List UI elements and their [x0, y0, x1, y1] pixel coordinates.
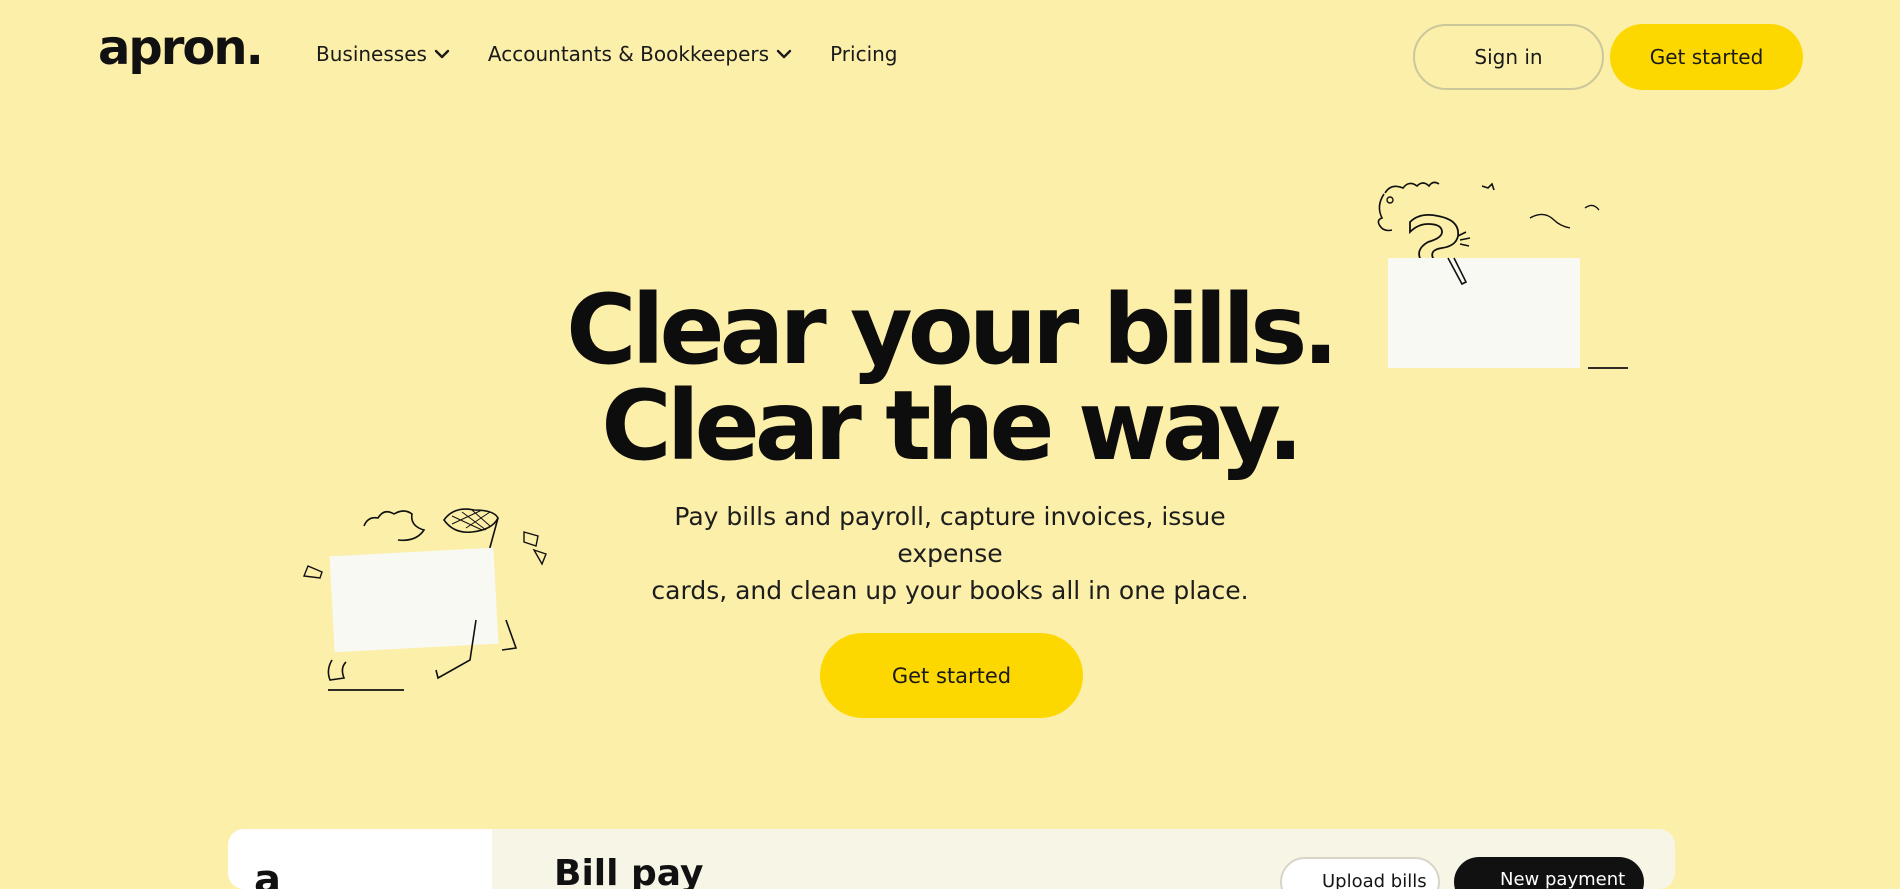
nav-item-label: Pricing — [830, 42, 898, 66]
sign-in-button[interactable]: Sign in — [1413, 24, 1604, 90]
hero-subtitle: Pay bills and payroll, capture invoices,… — [640, 498, 1260, 609]
product-preview-panel: a Bill pay Upload bills New payment — [228, 829, 1675, 889]
hero-title: Clear your bills. Clear the way. — [0, 282, 1900, 474]
nav-item-pricing[interactable]: Pricing — [830, 42, 897, 66]
upload-bills-label: Upload bills — [1322, 871, 1427, 889]
upload-bills-button[interactable]: Upload bills — [1280, 857, 1440, 889]
person-running-with-net-illustration — [303, 508, 547, 691]
apron-logo[interactable]: apron. — [98, 20, 264, 76]
hero-get-started-button[interactable]: Get started — [820, 633, 1083, 718]
site-header: apron. Businesses Accountants & Bookkeep… — [0, 0, 1900, 112]
preview-title: Bill pay — [554, 853, 704, 889]
preview-sidebar: a — [228, 829, 492, 889]
new-payment-label: New payment — [1500, 869, 1626, 889]
chevron-down-icon — [776, 49, 792, 59]
main-nav: Businesses Accountants & Bookkeepers Pri… — [316, 42, 936, 66]
hero-title-line-2: Clear the way. — [601, 370, 1304, 482]
hero-subtitle-line-2: cards, and clean up your books all in on… — [651, 576, 1249, 605]
chevron-down-icon — [434, 49, 450, 59]
nav-item-label: Businesses — [316, 42, 427, 66]
hero-subtitle-line-1: Pay bills and payroll, capture invoices,… — [674, 502, 1226, 568]
nav-item-accountants[interactable]: Accountants & Bookkeepers — [488, 42, 792, 66]
get-started-button[interactable]: Get started — [1610, 24, 1803, 90]
preview-sidebar-logo: a — [254, 857, 281, 889]
nav-item-label: Accountants & Bookkeepers — [487, 42, 770, 66]
hero-title-line-1: Clear your bills. — [566, 274, 1339, 386]
nav-item-businesses[interactable]: Businesses — [316, 42, 450, 66]
new-payment-button[interactable]: New payment — [1454, 857, 1644, 889]
